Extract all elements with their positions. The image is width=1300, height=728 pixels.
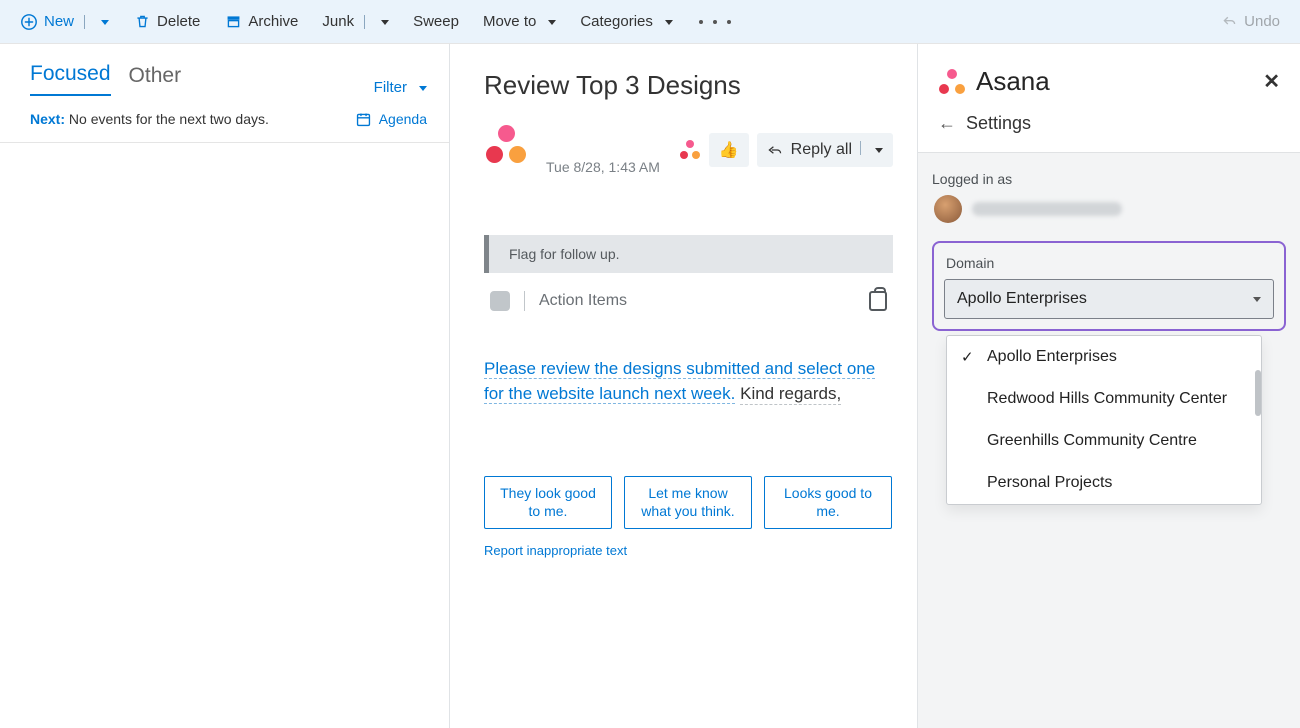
action-items-row[interactable]: Action Items	[484, 273, 893, 329]
delete-button[interactable]: Delete	[133, 13, 200, 31]
report-text-link[interactable]: Report inappropriate text	[484, 543, 893, 558]
plus-circle-icon	[20, 13, 38, 31]
user-email-redacted	[972, 202, 1122, 216]
new-button[interactable]: New	[20, 13, 109, 31]
message-actions: 👍 Reply all	[679, 133, 893, 167]
more-actions-button[interactable]	[697, 20, 733, 24]
asana-icon[interactable]	[679, 140, 701, 160]
asana-panel: Asana ✕ ← Settings Logged in as Domain A…	[918, 44, 1300, 728]
panel-subheader: ← Settings	[918, 107, 1300, 153]
move-to-button[interactable]: Move to	[483, 13, 556, 30]
next-events-text: Next: No events for the next two days.	[30, 111, 269, 127]
archive-icon	[224, 13, 242, 31]
agenda-label: Agenda	[379, 111, 427, 127]
message-list-pane: Focused Other Filter Next: No events for…	[0, 44, 450, 728]
panel-body: Logged in as Domain Apollo Enterprises A…	[918, 153, 1300, 728]
undo-button[interactable]: Undo	[1220, 13, 1280, 31]
reading-pane: Review Top 3 Designs Tue 8/28, 1:43 AM 👍	[450, 44, 918, 728]
flag-text: Flag for follow up.	[509, 246, 620, 262]
chevron-down-icon[interactable]	[659, 13, 673, 30]
archive-label: Archive	[248, 13, 298, 30]
separator	[84, 15, 85, 29]
suggested-reply[interactable]: They look good to me.	[484, 476, 612, 529]
domain-select[interactable]: Apollo Enterprises	[944, 279, 1274, 319]
suggested-replies: They look good to me. Let me know what y…	[484, 476, 893, 529]
panel-header: Asana ✕	[918, 44, 1300, 107]
chevron-down-icon[interactable]	[375, 13, 389, 30]
new-label: New	[44, 13, 74, 30]
reply-all-label: Reply all	[791, 141, 852, 159]
domain-option[interactable]: Greenhills Community Centre	[947, 420, 1261, 462]
message-timestamp: Tue 8/28, 1:43 AM	[546, 159, 679, 175]
chevron-down-icon[interactable]	[542, 13, 556, 30]
asana-logo-icon	[938, 69, 966, 95]
message-subject: Review Top 3 Designs	[484, 70, 893, 101]
tab-focused[interactable]: Focused	[30, 62, 111, 96]
suggested-reply[interactable]: Let me know what you think.	[624, 476, 752, 529]
undo-icon	[1220, 13, 1238, 31]
close-button[interactable]: ✕	[1263, 69, 1280, 94]
chevron-down-icon[interactable]	[869, 141, 883, 159]
archive-button[interactable]: Archive	[224, 13, 298, 31]
logged-in-user	[932, 195, 1286, 223]
calendar-icon	[355, 110, 373, 128]
sweep-button[interactable]: Sweep	[413, 13, 459, 30]
trash-icon	[133, 13, 151, 31]
store-icon[interactable]	[869, 291, 887, 311]
domain-selected-value: Apollo Enterprises	[957, 290, 1087, 308]
domain-section-highlight: Domain Apollo Enterprises Apollo Enterpr…	[932, 241, 1286, 331]
user-avatar	[934, 195, 962, 223]
suggested-reply[interactable]: Looks good to me.	[764, 476, 892, 529]
filter-button[interactable]: Filter	[374, 79, 427, 96]
thumb-up-icon: 👍	[719, 140, 739, 160]
chevron-down-icon	[1247, 290, 1261, 308]
inbox-tabs: Focused Other Filter	[0, 44, 449, 96]
separator	[852, 141, 869, 160]
settings-title: Settings	[966, 113, 1031, 134]
agenda-button[interactable]: Agenda	[355, 110, 427, 128]
junk-label: Junk	[322, 13, 354, 30]
undo-label: Undo	[1244, 13, 1280, 30]
separator	[524, 291, 525, 311]
reply-all-icon	[767, 142, 783, 158]
filter-label: Filter	[374, 79, 407, 96]
action-items-label: Action Items	[539, 292, 627, 310]
like-button[interactable]: 👍	[709, 133, 749, 167]
domain-option[interactable]: Personal Projects	[947, 462, 1261, 504]
logged-in-as-label: Logged in as	[932, 171, 1286, 187]
reply-all-button[interactable]: Reply all	[757, 133, 893, 167]
body-rest: Kind regards,	[740, 384, 841, 405]
next-label: Next:	[30, 111, 65, 127]
puzzle-icon	[490, 291, 510, 311]
back-button[interactable]: ←	[938, 113, 956, 134]
domain-dropdown: Apollo Enterprises Redwood Hills Communi…	[946, 335, 1262, 505]
categories-button[interactable]: Categories	[580, 13, 673, 30]
tab-other[interactable]: Other	[129, 64, 182, 96]
sender-avatar-icon	[484, 125, 528, 165]
next-value: No events for the next two days.	[69, 111, 269, 127]
message-body: Please review the designs submitted and …	[484, 357, 893, 406]
sweep-label: Sweep	[413, 13, 459, 30]
chevron-down-icon	[413, 79, 427, 96]
junk-button[interactable]: Junk	[322, 13, 389, 30]
panel-title: Asana	[976, 66, 1050, 97]
chevron-down-icon[interactable]	[95, 13, 109, 30]
categories-label: Categories	[580, 13, 653, 30]
domain-option[interactable]: Apollo Enterprises	[947, 336, 1261, 378]
domain-label: Domain	[946, 255, 1272, 271]
separator	[364, 15, 365, 29]
next-events-row: Next: No events for the next two days. A…	[0, 96, 449, 143]
flag-follow-up-bar: Flag for follow up.	[484, 235, 893, 273]
moveto-label: Move to	[483, 13, 536, 30]
scrollbar[interactable]	[1255, 370, 1261, 416]
mail-toolbar: New Delete Archive Junk Sweep Move to Ca…	[0, 0, 1300, 44]
domain-option[interactable]: Redwood Hills Community Center	[947, 378, 1261, 420]
delete-label: Delete	[157, 13, 200, 30]
